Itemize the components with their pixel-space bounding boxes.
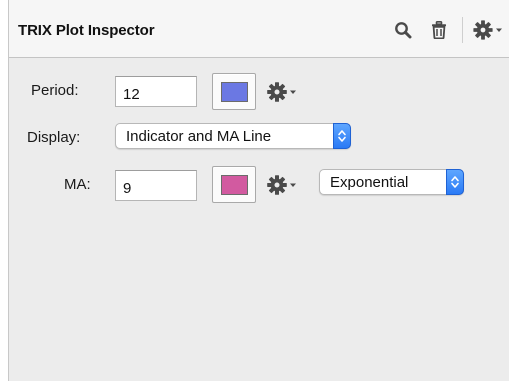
gear-menu-icon[interactable]: [472, 18, 506, 42]
display-label: Display:: [27, 129, 81, 146]
ma-label: MA:: [64, 176, 91, 193]
ma-color-swatch: [221, 175, 248, 195]
display-selected-value: Indicator and MA Line: [126, 128, 272, 145]
trash-icon[interactable]: [428, 18, 450, 42]
inspector-panel: TRIX Plot Inspector Period: 12 Display: …: [8, 0, 509, 381]
period-field[interactable]: [115, 76, 197, 107]
ma-type-popup-button[interactable]: Exponential: [319, 169, 464, 195]
ma-color-well[interactable]: [212, 166, 256, 203]
search-icon[interactable]: [392, 18, 414, 42]
ma-field[interactable]: [115, 170, 197, 201]
ma-type-selected-value: Exponential: [330, 174, 409, 191]
toolbar-separator: [462, 17, 463, 43]
inspector-titlebar: TRIX Plot Inspector: [9, 0, 509, 58]
ma-type-stepper-icon: [446, 169, 464, 195]
ma-gear-menu-icon[interactable]: [267, 174, 303, 196]
display-popup-button[interactable]: Indicator and MA Line: [115, 123, 351, 149]
period-color-swatch: [221, 82, 248, 102]
period-color-well[interactable]: [212, 73, 256, 110]
panel-title: TRIX Plot Inspector: [18, 22, 155, 39]
period-label: Period:: [31, 82, 79, 99]
period-gear-menu-icon[interactable]: [267, 81, 303, 103]
display-stepper-icon: [333, 123, 351, 149]
